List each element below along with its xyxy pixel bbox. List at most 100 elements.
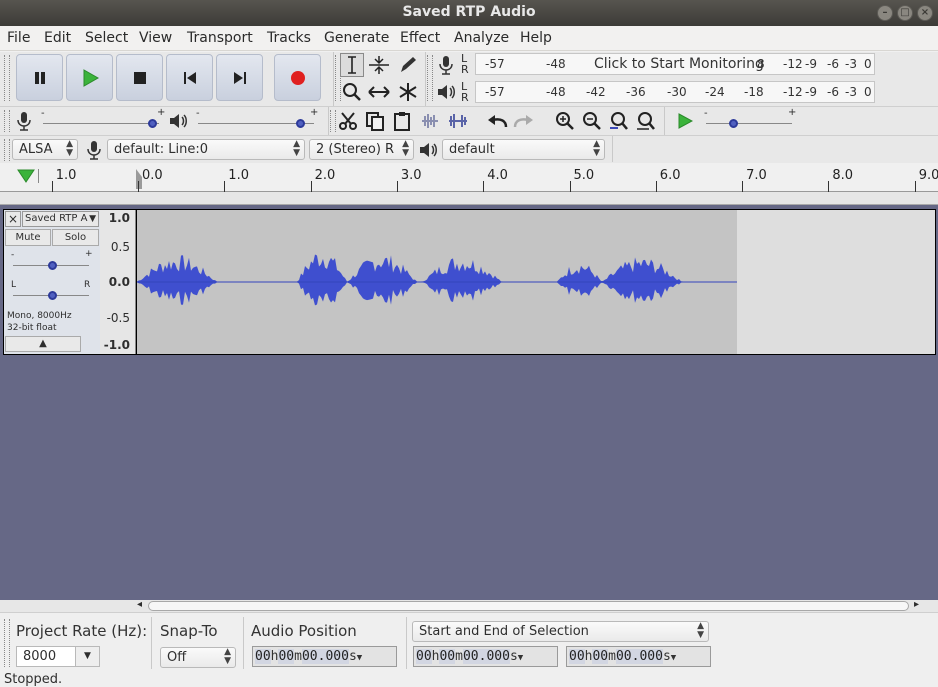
recording-volume-slider[interactable]: - + — [39, 107, 166, 132]
ruler-tick-mark — [483, 181, 485, 192]
record-meter-button[interactable] — [434, 53, 458, 77]
playback-speed-slider[interactable]: - + — [702, 107, 798, 132]
menu-analyze[interactable]: Analyze — [454, 30, 509, 46]
maximize-icon[interactable]: □ — [897, 5, 913, 21]
snap-to-select[interactable]: Off ▲ ▼ — [160, 647, 236, 668]
meter-tick: -48 — [546, 57, 566, 71]
vertical-ruler[interactable]: 1.0 0.5 0.0 -0.5 -1.0 — [100, 210, 136, 354]
slider-knob[interactable] — [729, 119, 738, 128]
play-button[interactable] — [66, 54, 113, 101]
dropdown-arrow-icon[interactable]: ▼ — [75, 647, 99, 666]
silence-audio-button[interactable] — [446, 109, 470, 133]
meter-tick: -9 — [805, 85, 817, 99]
menu-transport[interactable]: Transport — [187, 30, 253, 46]
close-icon[interactable]: × — [917, 5, 933, 21]
scrollbar-thumb[interactable] — [148, 601, 909, 611]
menu-tracks[interactable]: Tracks — [267, 30, 311, 46]
fit-selection-button[interactable] — [607, 109, 631, 133]
trim-audio-button[interactable] — [418, 109, 442, 133]
zoom-out-button[interactable] — [580, 109, 604, 133]
recording-device-select[interactable]: default: Line:0 ▲ ▼ — [107, 139, 305, 160]
project-rate-label: Project Rate (Hz): — [16, 622, 148, 640]
selection-start-time[interactable]: 00h00m00.000s▼ — [413, 646, 558, 667]
start-monitoring-label[interactable]: Click to Start Monitoring — [594, 56, 764, 72]
audio-host-select[interactable]: ALSA ▲ ▼ — [12, 139, 78, 160]
pan-slider[interactable]: L R — [9, 280, 93, 304]
record-button[interactable] — [274, 54, 321, 101]
undo-button[interactable] — [485, 109, 509, 133]
stop-button[interactable] — [116, 54, 163, 101]
slider-max-label: + — [157, 107, 166, 118]
multi-tool-button[interactable] — [396, 80, 420, 104]
toolbar-grip[interactable] — [427, 55, 433, 101]
time-shift-tool-button[interactable] — [367, 80, 391, 104]
draw-tool-button[interactable] — [396, 53, 420, 77]
dropdown-arrow-icon[interactable]: ▼ — [357, 653, 362, 663]
record-meter[interactable]: -57 -48 Click to Start Monitoring 8 -12 … — [475, 53, 875, 75]
dropdown-arrow-icon[interactable]: ▼ — [671, 653, 676, 663]
mute-button[interactable]: Mute — [5, 229, 51, 246]
envelope-tool-button[interactable] — [367, 53, 391, 77]
redo-button[interactable] — [512, 109, 536, 133]
fit-project-button[interactable] — [634, 109, 658, 133]
slider-knob[interactable] — [296, 119, 305, 128]
scroll-right-icon[interactable]: ▸ — [914, 599, 919, 610]
play-at-speed-button[interactable] — [673, 109, 697, 133]
silence-icon — [449, 114, 467, 128]
selection-tool-button[interactable] — [340, 53, 364, 77]
audio-clip[interactable] — [137, 210, 737, 354]
skip-to-end-button[interactable] — [216, 54, 263, 101]
scroll-left-icon[interactable]: ◂ — [137, 599, 142, 610]
project-rate-combo[interactable]: 8000 ▼ — [16, 646, 100, 667]
playback-meter-button[interactable] — [434, 80, 458, 104]
solo-button[interactable]: Solo — [52, 229, 99, 246]
toolbar-grip[interactable] — [4, 110, 10, 132]
playback-volume-slider[interactable]: - + — [194, 107, 318, 132]
meter-tick: -36 — [626, 85, 646, 99]
zoom-in-button[interactable] — [553, 109, 577, 133]
menu-edit[interactable]: Edit — [44, 30, 71, 46]
recording-channels-select[interactable]: 2 (Stereo) R ▲ ▼ — [309, 139, 414, 160]
paste-button[interactable] — [390, 109, 414, 133]
pause-button[interactable] — [16, 54, 63, 101]
collapse-track-button[interactable]: ▲ — [5, 336, 81, 352]
empty-track-region[interactable] — [737, 210, 935, 354]
slider-knob[interactable] — [48, 261, 57, 270]
playback-device-select[interactable]: default ▲ ▼ — [442, 139, 605, 160]
zoom-tool-button[interactable] — [340, 80, 364, 104]
copy-button[interactable] — [363, 109, 387, 133]
ruler-tick-mark — [224, 181, 226, 192]
recording-device-value: default: Line:0 — [114, 142, 208, 157]
track-name-menu[interactable]: Saved RTP A ▼ — [22, 211, 99, 227]
menu-effect[interactable]: Effect — [400, 30, 440, 46]
slider-knob[interactable] — [148, 119, 157, 128]
menu-view[interactable]: View — [139, 30, 172, 46]
minutes-value: 00 — [439, 649, 456, 664]
menu-file[interactable]: File — [7, 30, 30, 46]
ruler-tick-mark — [914, 181, 916, 192]
menu-help[interactable]: Help — [520, 30, 552, 46]
ruler-tick-label: 6.0 — [659, 168, 681, 183]
menu-select[interactable]: Select — [85, 30, 128, 46]
seconds-value: 00.000 — [301, 649, 349, 664]
selection-end-time[interactable]: 00h00m00.000s▼ — [566, 646, 711, 667]
solo-label: Solo — [64, 232, 87, 243]
toolbar-grip[interactable] — [4, 619, 10, 667]
gain-slider[interactable]: - + — [9, 249, 93, 274]
horizontal-scrollbar[interactable]: ◂ ▸ — [0, 599, 938, 612]
skip-to-start-button[interactable] — [166, 54, 213, 101]
playback-volume-icon-button — [166, 109, 190, 133]
toolbar-grip[interactable] — [4, 55, 10, 101]
playback-meter[interactable]: -57 -48 -42 -36 -30 -24 -18 -12 -9 -6 -3… — [475, 81, 875, 103]
slider-knob[interactable] — [48, 291, 57, 300]
dropdown-arrow-icon[interactable]: ▼ — [518, 653, 523, 663]
vruler-tick: 0.5 — [110, 240, 130, 254]
toolbar-grip[interactable] — [4, 139, 10, 161]
cut-button[interactable] — [336, 109, 360, 133]
close-track-icon[interactable]: × — [5, 211, 21, 227]
spin-arrows-icon: ▲ ▼ — [293, 139, 300, 158]
minimize-icon[interactable]: – — [877, 5, 893, 21]
menu-generate[interactable]: Generate — [324, 30, 389, 46]
selection-mode-select[interactable]: Start and End of Selection ▲ ▼ — [412, 621, 709, 642]
audio-position-time[interactable]: 00h00m00.000s▼ — [252, 646, 397, 667]
